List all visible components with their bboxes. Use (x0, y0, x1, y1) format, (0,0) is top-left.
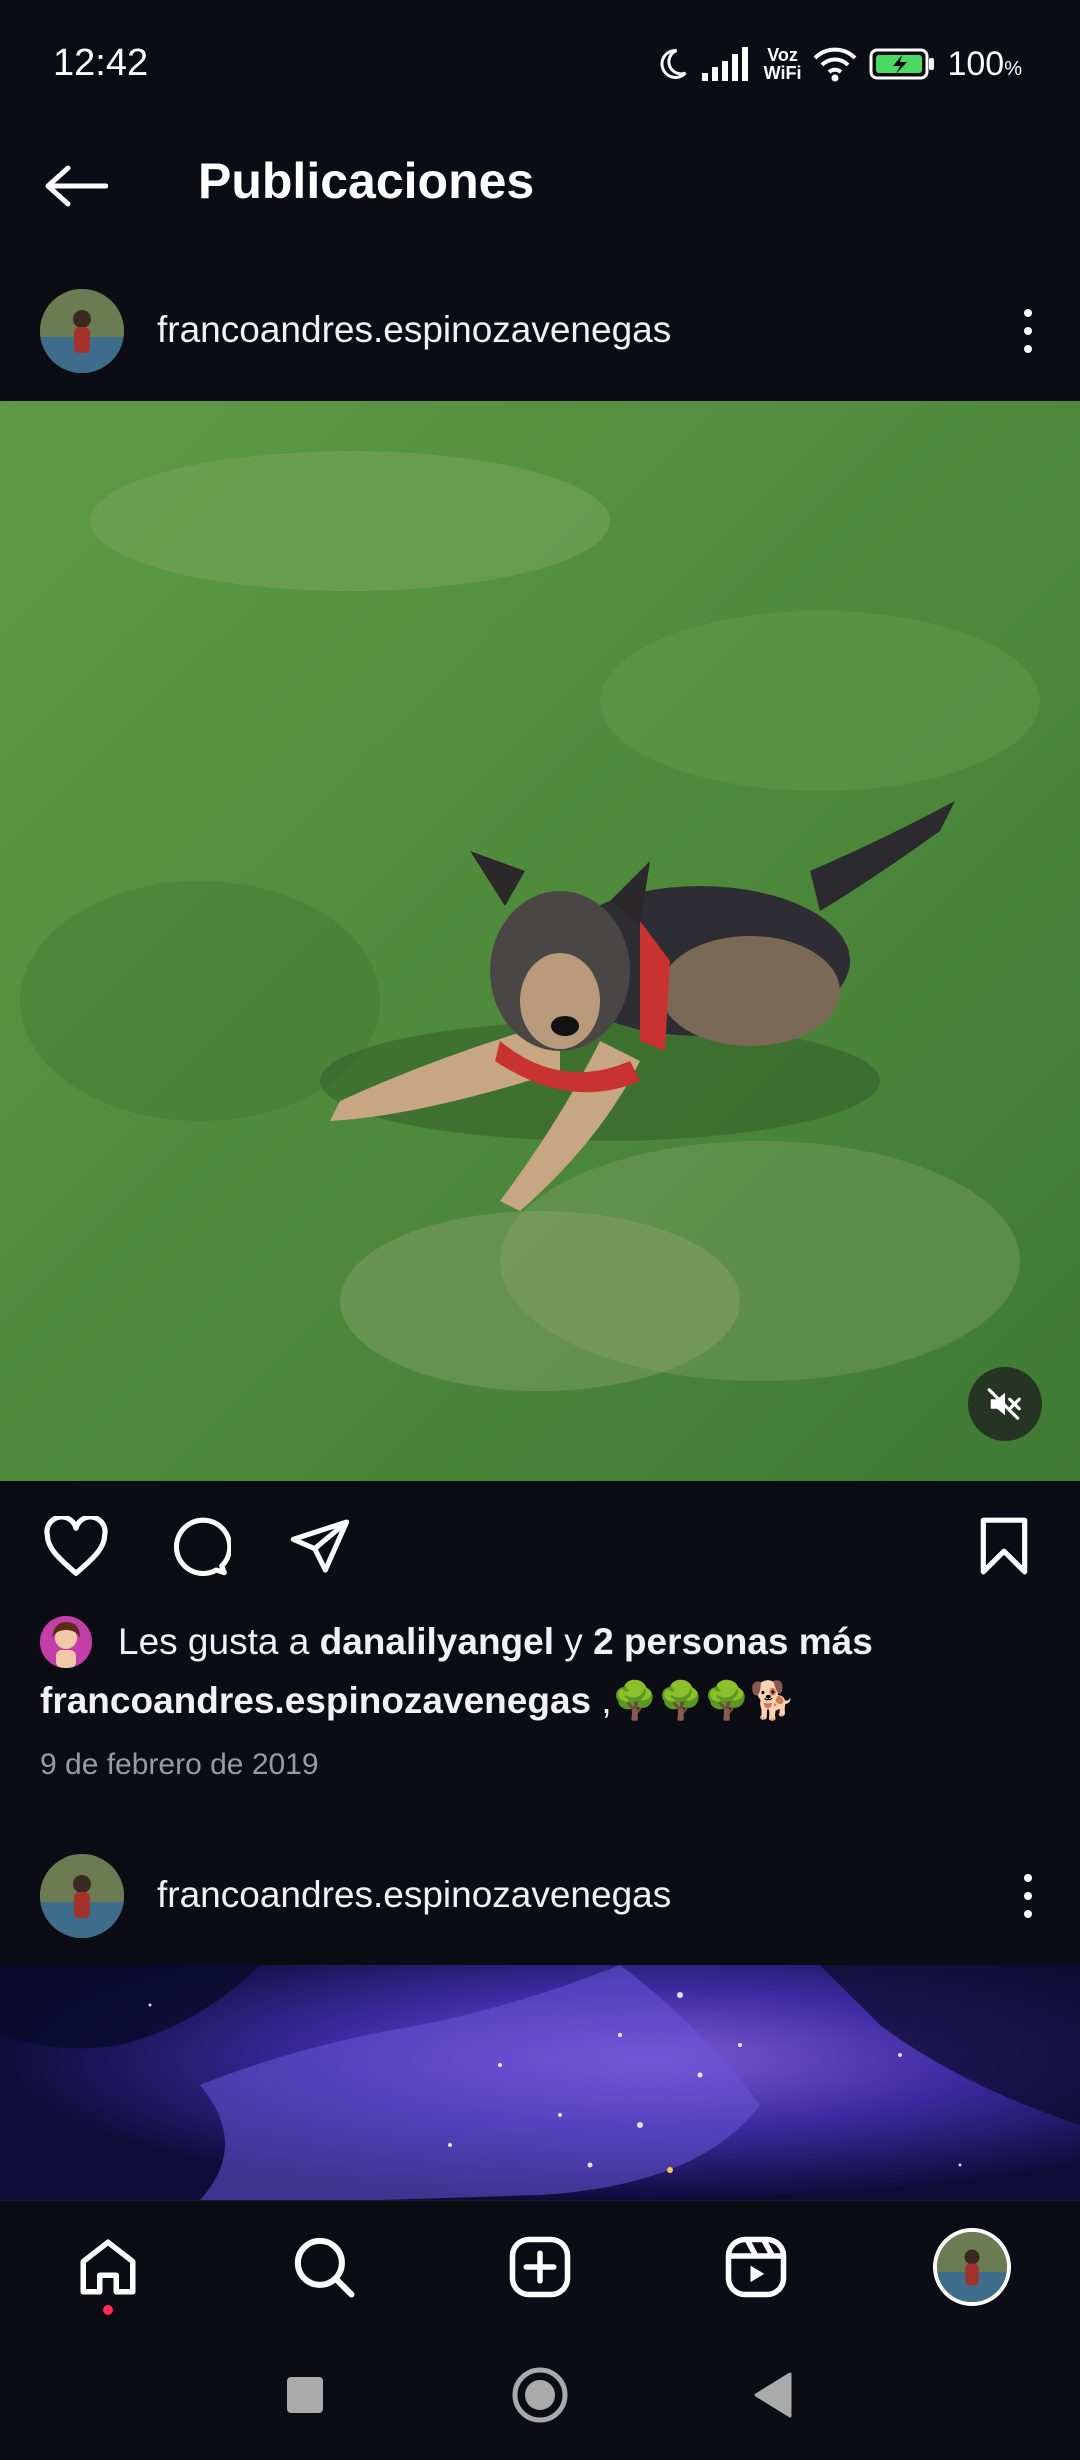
battery-icon (869, 47, 935, 81)
home-icon (80, 2239, 136, 2295)
back-arrow-icon (45, 165, 108, 207)
post-header: francoandres.espinozavenegas (0, 275, 1080, 385)
voz-wifi-indicator: Voz WiFi (764, 46, 802, 82)
more-dot (1024, 1910, 1032, 1918)
post-username[interactable]: francoandres.espinozavenegas (157, 309, 671, 351)
post-caption: francoandres.espinozavenegas ,🌳🌳🌳🐕 (40, 1680, 796, 1723)
avatar[interactable] (40, 1854, 124, 1938)
like-button[interactable] (40, 1510, 112, 1582)
starry-image (0, 1965, 1080, 2200)
voz-label: Voz (767, 45, 798, 65)
nav-reels[interactable] (716, 2227, 796, 2307)
system-home-button[interactable] (505, 2360, 575, 2430)
battery-percent: 100% (947, 44, 1022, 83)
status-time: 12:42 (53, 42, 149, 84)
likes-connector: y (554, 1621, 594, 1662)
post-date: 9 de febrero de 2019 (40, 1748, 319, 1781)
likes-others[interactable]: 2 personas más (593, 1621, 873, 1663)
likes-summary[interactable]: Les gusta a danalilyangel y 2 personas m… (40, 1614, 873, 1670)
wifi-label: WiFi (763, 63, 802, 83)
recents-icon (287, 2377, 323, 2413)
post-header: francoandres.espinozavenegas (0, 1840, 1080, 1950)
post-actions (0, 1500, 1080, 1590)
app-header: Publicaciones (0, 130, 1080, 240)
caption-username[interactable]: francoandres.espinozavenegas (40, 1680, 591, 1721)
wifi-icon (813, 46, 857, 82)
reels-icon (725, 2236, 787, 2298)
more-dot (1024, 345, 1032, 353)
avatar[interactable] (40, 289, 124, 373)
mute-button[interactable] (968, 1367, 1042, 1441)
share-icon (290, 1519, 350, 1573)
save-button[interactable] (968, 1510, 1040, 1582)
comment-icon (173, 1517, 231, 1577)
system-back-button[interactable] (738, 2360, 808, 2430)
back-button[interactable] (40, 150, 112, 222)
back-triangle-icon (754, 2372, 792, 2418)
muted-speaker-icon (987, 1388, 1021, 1420)
nav-profile[interactable] (932, 2227, 1012, 2307)
system-navigation (0, 2330, 1080, 2460)
home-circle-icon (512, 2367, 568, 2423)
page-title: Publicaciones (198, 153, 535, 209)
create-icon (509, 2236, 571, 2298)
post-username[interactable]: francoandres.espinozavenegas (157, 1874, 671, 1916)
heart-icon (44, 1516, 108, 1576)
more-options-button[interactable] (998, 293, 1058, 369)
screen: 12:42 Voz WiFi 100% Publicaciones franco… (0, 0, 1080, 2460)
share-button[interactable] (284, 1510, 356, 1582)
status-icons: Voz WiFi 100% (654, 38, 1022, 90)
post-media-preview[interactable] (0, 1965, 1080, 2200)
notification-dot (103, 2305, 113, 2315)
caption-text: ,🌳🌳🌳🐕 (591, 1680, 796, 1721)
dog-on-grass-image (0, 401, 1080, 1481)
recents-button[interactable] (270, 2360, 340, 2430)
nav-create[interactable] (500, 2227, 580, 2307)
nav-search[interactable] (284, 2227, 364, 2307)
post-video[interactable] (0, 401, 1080, 1481)
comment-button[interactable] (163, 1510, 235, 1582)
more-dot (1024, 1892, 1032, 1900)
liked-by-username[interactable]: danalilyangel (320, 1621, 554, 1663)
more-options-button[interactable] (998, 1858, 1058, 1934)
status-bar: 12:42 Voz WiFi 100% (0, 0, 1080, 130)
profile-avatar[interactable] (933, 2228, 1011, 2306)
bookmark-icon (980, 1517, 1028, 1575)
liker-avatar (40, 1616, 92, 1668)
more-dot (1024, 309, 1032, 317)
search-icon (294, 2237, 355, 2298)
signal-icon (701, 47, 752, 81)
more-dot (1024, 1874, 1032, 1882)
bottom-navigation (0, 2200, 1080, 2330)
nav-home[interactable] (68, 2227, 148, 2307)
likes-prefix: Les gusta a (118, 1621, 320, 1662)
more-dot (1024, 327, 1032, 335)
moon-icon (654, 46, 690, 82)
